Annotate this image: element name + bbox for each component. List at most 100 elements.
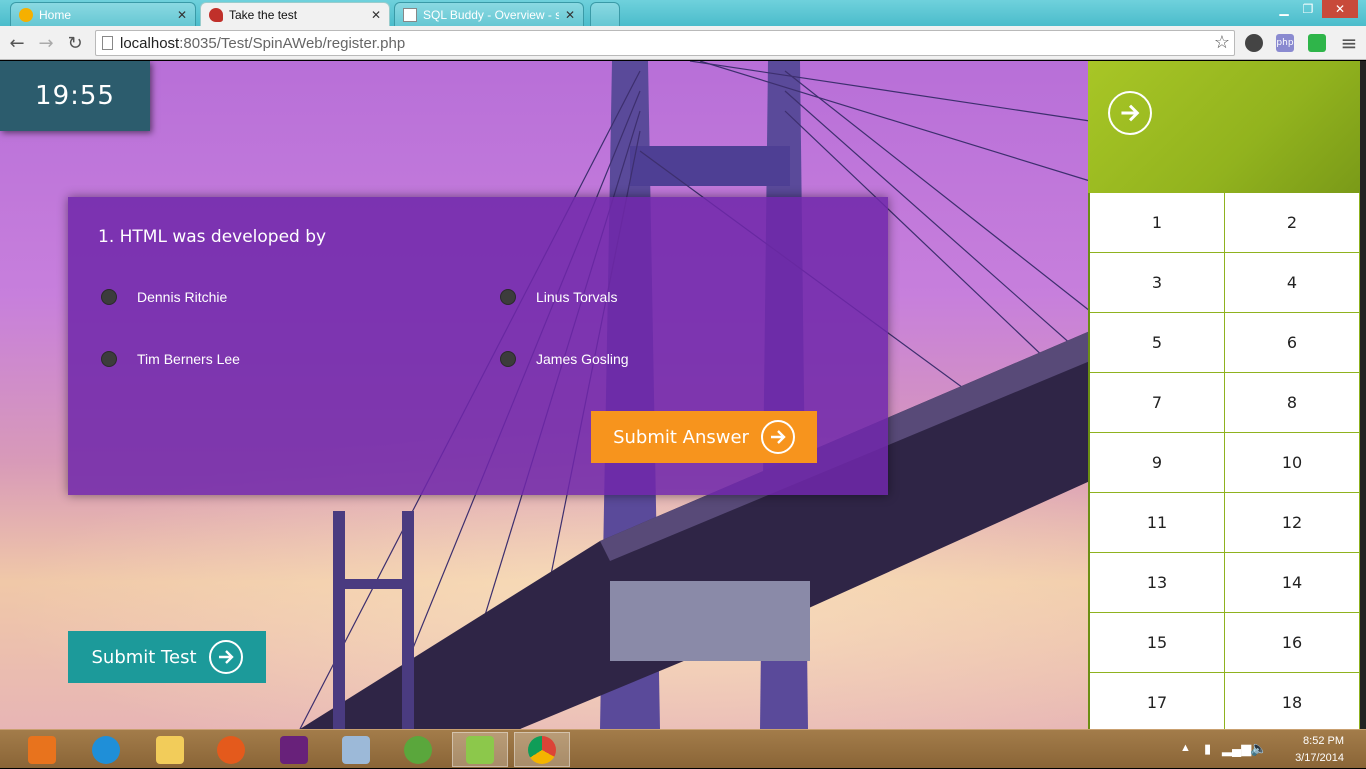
- new-tab-button[interactable]: [590, 2, 620, 26]
- tab-take-the-test[interactable]: Take the test ✕: [200, 2, 390, 26]
- home-favicon-icon: [19, 7, 33, 22]
- address-bar[interactable]: localhost:8035/Test/SpinAWeb/register.ph…: [95, 30, 1235, 56]
- question-number-grid: 1 2 3 4 5 6 7 8 9 10 11 12 13 14 15 16 17 18: [1090, 193, 1360, 729]
- tab-label: SQL Buddy - Overview - s: [423, 7, 559, 22]
- question-card: 1. HTML was developed by Dennis Ritchie …: [68, 197, 888, 495]
- menu-icon[interactable]: ≡: [1338, 31, 1360, 55]
- close-icon[interactable]: ✕: [565, 8, 575, 22]
- evernote-icon: [404, 735, 432, 764]
- option-james-gosling[interactable]: James Gosling: [500, 351, 629, 367]
- taskbar-visual-studio[interactable]: [266, 732, 322, 767]
- close-icon[interactable]: ✕: [177, 8, 187, 22]
- next-question-icon[interactable]: [1108, 91, 1152, 135]
- taskbar-notepad-plus[interactable]: [452, 732, 508, 767]
- address-host: localhost: [120, 34, 180, 52]
- reload-icon[interactable]: ↻: [64, 32, 86, 54]
- taskbar-internet-explorer[interactable]: [78, 732, 134, 767]
- option-label: James Gosling: [536, 351, 629, 367]
- green-extension-icon[interactable]: [1308, 34, 1326, 52]
- question-number-cell[interactable]: 18: [1225, 673, 1359, 729]
- bookmark-star-icon[interactable]: ☆: [1214, 32, 1230, 53]
- radio-button[interactable]: [500, 289, 516, 305]
- firefox-icon: [217, 735, 245, 764]
- submit-answer-button[interactable]: Submit Answer: [591, 411, 817, 463]
- question-number-cell[interactable]: 9: [1090, 433, 1224, 492]
- countdown-timer: 19:55: [0, 61, 150, 131]
- folder-icon: [156, 735, 184, 764]
- question-navigator-panel: 1 2 3 4 5 6 7 8 9 10 11 12 13 14 15 16 17 18: [1088, 61, 1360, 729]
- question-number-cell[interactable]: 15: [1090, 613, 1224, 672]
- arrow-right-icon: [760, 420, 795, 454]
- taskbar-firefox[interactable]: [203, 732, 259, 767]
- window-close-icon[interactable]: ✕: [1322, 0, 1358, 18]
- question-number-cell[interactable]: 11: [1090, 493, 1224, 552]
- submit-test-label: Submit Test: [91, 646, 197, 668]
- question-number-cell[interactable]: 3: [1090, 253, 1224, 312]
- question-number-cell[interactable]: 6: [1225, 313, 1359, 372]
- close-icon[interactable]: ✕: [371, 8, 381, 22]
- taskbar-file-explorer[interactable]: [142, 732, 198, 767]
- forward-icon[interactable]: →: [35, 32, 57, 54]
- volume-icon[interactable]: 🔈: [1250, 740, 1267, 757]
- radio-button[interactable]: [500, 351, 516, 367]
- tab-sql-buddy[interactable]: SQL Buddy - Overview - s ✕: [394, 2, 584, 26]
- question-number-cell[interactable]: 14: [1225, 553, 1359, 612]
- submit-answer-label: Submit Answer: [613, 426, 749, 448]
- windows-taskbar: ▲ ▮ ▂▄▆ 🔈 8:52 PM 3/17/2014: [0, 729, 1366, 768]
- question-text: 1. HTML was developed by: [98, 227, 327, 247]
- option-dennis-ritchie[interactable]: Dennis Ritchie: [101, 289, 227, 305]
- question-number-cell[interactable]: 7: [1090, 373, 1224, 432]
- option-tim-berners-lee[interactable]: Tim Berners Lee: [101, 351, 240, 367]
- visual-studio-icon: [280, 735, 308, 764]
- arrow-right-icon: [208, 640, 243, 674]
- submit-test-button[interactable]: Submit Test: [68, 631, 266, 683]
- back-icon[interactable]: ←: [6, 32, 28, 54]
- browser-toolbar: ← → ↻ localhost:8035/Test/SpinAWeb/regis…: [0, 26, 1366, 60]
- bird-favicon-icon: [209, 7, 223, 22]
- clock-time[interactable]: 8:52 PM: [1303, 735, 1344, 747]
- notepad-icon: [466, 735, 494, 764]
- tab-label: Home: [39, 7, 72, 22]
- taskbar-media-player[interactable]: [14, 732, 70, 767]
- page-content: 19:55 1. HTML was developed by Dennis Ri…: [0, 61, 1366, 729]
- page-icon: [102, 36, 113, 50]
- signal-icon[interactable]: ▂▄▆: [1222, 741, 1251, 757]
- show-hidden-icons-icon[interactable]: ▲: [1180, 742, 1191, 754]
- cube-icon: [342, 735, 370, 764]
- taskbar-chrome[interactable]: [514, 732, 570, 767]
- chrome-icon: [528, 735, 556, 764]
- question-number-cell[interactable]: 16: [1225, 613, 1359, 672]
- question-number-cell[interactable]: 17: [1090, 673, 1224, 729]
- option-label: Dennis Ritchie: [137, 289, 228, 305]
- document-favicon-icon: [403, 7, 417, 22]
- taskbar-virtualbox[interactable]: [328, 732, 384, 767]
- tab-label: Take the test: [229, 7, 298, 22]
- question-number-cell[interactable]: 4: [1225, 253, 1359, 312]
- clock-date[interactable]: 3/17/2014: [1295, 752, 1344, 764]
- question-number-cell[interactable]: 1: [1090, 193, 1224, 252]
- question-number-cell[interactable]: 10: [1225, 433, 1359, 492]
- question-number-cell[interactable]: 8: [1225, 373, 1359, 432]
- system-tray: ▲ ▮ ▂▄▆ 🔈 8:52 PM 3/17/2014: [1166, 730, 1366, 769]
- question-number-cell[interactable]: 12: [1225, 493, 1359, 552]
- option-label: Tim Berners Lee: [137, 351, 240, 367]
- restore-icon[interactable]: ❐: [1296, 0, 1320, 18]
- battery-icon[interactable]: ▮: [1204, 741, 1211, 757]
- extension-circle-icon[interactable]: [1245, 34, 1263, 52]
- radio-button[interactable]: [101, 289, 117, 305]
- question-number-cell[interactable]: 2: [1225, 193, 1359, 252]
- question-number-cell[interactable]: 5: [1090, 313, 1224, 372]
- question-number-cell[interactable]: 13: [1090, 553, 1224, 612]
- media-player-icon: [28, 735, 56, 764]
- panel-header: [1088, 61, 1360, 193]
- option-label: Linus Torvals: [536, 289, 618, 305]
- internet-explorer-icon: [92, 735, 120, 764]
- radio-button[interactable]: [101, 351, 117, 367]
- taskbar-evernote[interactable]: [390, 732, 446, 767]
- minimize-icon[interactable]: ▁: [1272, 0, 1296, 18]
- tab-home[interactable]: Home ✕: [10, 2, 196, 26]
- php-extension-icon[interactable]: php: [1276, 34, 1294, 52]
- php-label: php: [1276, 38, 1294, 48]
- scrollbar[interactable]: [1360, 61, 1366, 729]
- option-linus-torvals[interactable]: Linus Torvals: [500, 289, 617, 305]
